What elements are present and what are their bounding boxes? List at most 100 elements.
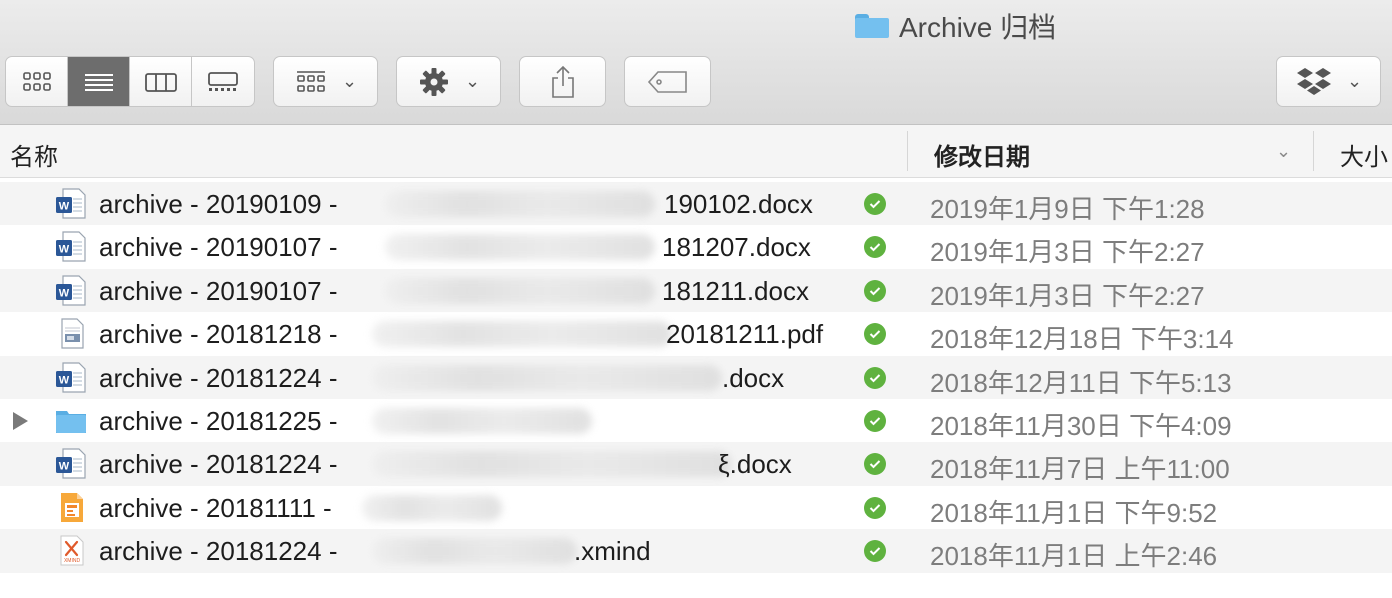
file-name-prefix: archive - 20181224 - xyxy=(99,449,338,480)
word-document-icon: W xyxy=(56,275,86,306)
finder-toolbar: Archive 归档 ⌄ ⌄ ⌄ xyxy=(0,0,1392,125)
redacted-filename-blur xyxy=(372,451,732,478)
redacted-filename-blur xyxy=(372,407,592,434)
file-name-suffix: .xmind xyxy=(574,536,651,567)
action-button[interactable]: ⌄ xyxy=(396,56,501,107)
icon-view-icon xyxy=(22,71,51,91)
svg-text:W: W xyxy=(59,461,70,473)
tag-button[interactable] xyxy=(624,56,711,107)
redacted-filename-blur xyxy=(385,191,655,217)
word-document-icon: W xyxy=(56,448,86,479)
svg-text:W: W xyxy=(59,244,70,256)
window-title: Archive 归档 xyxy=(855,10,1056,43)
column-header-name[interactable]: 名称 xyxy=(10,137,58,172)
file-date-modified: 2018年11月1日 下午9:52 xyxy=(930,497,1218,528)
column-header-date-modified[interactable]: 修改日期 xyxy=(934,137,1030,172)
xmind-document-icon: XMIND xyxy=(60,535,84,566)
file-date-modified: 2018年12月18日 下午3:14 xyxy=(930,324,1234,355)
file-name-prefix: archive - 20190109 - xyxy=(99,189,338,219)
gallery-view-icon xyxy=(208,71,238,91)
sync-status-check-icon xyxy=(864,193,886,215)
file-row[interactable]: XMIND archive - 20181224 - .xmind 2018年1… xyxy=(0,529,1392,573)
file-row[interactable]: W archive - 20181224 - .docx 2018年12月11日… xyxy=(0,355,1392,399)
column-divider[interactable] xyxy=(1313,131,1314,171)
svg-text:W: W xyxy=(59,201,70,213)
file-date-modified: 2019年1月3日 下午2:27 xyxy=(930,280,1205,311)
disclosure-triangle-icon[interactable] xyxy=(13,411,28,430)
redacted-filename-blur xyxy=(372,538,577,565)
sync-status-check-icon xyxy=(864,323,886,346)
word-document-icon: W xyxy=(56,361,86,393)
gallery-view-button[interactable] xyxy=(192,57,254,106)
svg-text:W: W xyxy=(59,374,70,386)
sync-status-check-icon xyxy=(864,409,886,432)
chevron-down-icon: ⌄ xyxy=(341,71,358,92)
file-name-prefix: archive - 20181224 - xyxy=(99,362,338,393)
file-name-suffix: .docx xyxy=(722,362,785,393)
file-name-suffix: 190102.docx xyxy=(664,189,813,219)
pdf-document-icon xyxy=(61,318,84,349)
file-name-prefix: archive - 20181224 - xyxy=(99,536,338,567)
sync-status-check-icon xyxy=(864,540,886,563)
column-header-size[interactable]: 大小 xyxy=(1340,137,1388,172)
file-name-suffix: 181211.docx xyxy=(662,275,809,306)
svg-text:XMIND: XMIND xyxy=(64,558,81,564)
tag-icon xyxy=(647,70,687,93)
column-divider[interactable] xyxy=(907,131,908,171)
folder-icon xyxy=(855,14,889,38)
redacted-filename-blur xyxy=(362,494,502,521)
file-name-prefix: archive - 20190107 - xyxy=(99,232,338,263)
sort-chevron-icon: ⌄ xyxy=(1276,141,1292,162)
file-row[interactable]: archive - 20181218 - 20181211.pdf 2018年1… xyxy=(0,312,1392,356)
view-mode-segmented-control xyxy=(5,56,255,107)
folder-icon xyxy=(56,410,86,433)
column-view-button[interactable] xyxy=(130,57,192,106)
sync-status-check-icon xyxy=(864,453,886,476)
redacted-filename-blur xyxy=(385,234,655,261)
file-row[interactable]: W archive - 20190107 - 181211.docx 2019年… xyxy=(0,268,1392,313)
folder-row[interactable]: archive - 20181225 - 2018年11月30日 下午4:09 xyxy=(0,398,1392,443)
presentation-document-icon xyxy=(61,492,83,522)
sync-status-check-icon xyxy=(864,366,886,389)
list-view-button[interactable] xyxy=(68,57,130,106)
dropbox-icon xyxy=(1296,67,1331,95)
file-row[interactable]: W archive - 20190109 - 190102.docx 2019年… xyxy=(0,182,1392,226)
share-button[interactable] xyxy=(519,56,606,107)
gear-icon xyxy=(419,67,448,96)
file-name-suffix: ξ.docx xyxy=(718,449,792,480)
icon-view-button[interactable] xyxy=(6,57,68,106)
word-document-icon: W xyxy=(56,231,86,262)
file-date-modified: 2018年12月11日 下午5:13 xyxy=(930,367,1232,398)
redacted-filename-blur xyxy=(372,364,722,391)
file-name-prefix: archive - 20190107 - xyxy=(99,275,338,306)
group-icon xyxy=(296,70,325,92)
file-date-modified: 2018年11月30日 下午4:09 xyxy=(930,410,1232,441)
column-header: 名称 修改日期 ⌄ 大小 xyxy=(0,125,1392,178)
file-date-modified: 2018年11月7日 上午11:00 xyxy=(930,454,1230,485)
share-icon xyxy=(551,65,574,98)
svg-text:W: W xyxy=(59,287,70,299)
file-row[interactable]: archive - 20181111 - 2018年11月1日 下午9:52 xyxy=(0,485,1392,530)
file-row[interactable]: W archive - 20181224 - ξ.docx 2018年11月7日… xyxy=(0,442,1392,486)
dropbox-button[interactable]: ⌄ xyxy=(1276,56,1381,107)
redacted-filename-blur xyxy=(372,321,672,348)
sync-status-check-icon xyxy=(864,496,886,519)
list-view-icon xyxy=(84,73,113,91)
sync-status-check-icon xyxy=(864,279,886,302)
file-date-modified: 2019年1月9日 下午1:28 xyxy=(930,194,1205,224)
chevron-down-icon: ⌄ xyxy=(1346,71,1363,92)
file-name-prefix: archive - 20181225 - xyxy=(99,405,338,436)
file-row[interactable]: W archive - 20190107 - 181207.docx 2019年… xyxy=(0,225,1392,269)
file-list: W archive - 20190109 - 190102.docx 2019年… xyxy=(0,182,1392,573)
file-name-suffix: 20181211.pdf xyxy=(666,319,824,350)
redacted-filename-blur xyxy=(385,277,655,304)
column-view-icon xyxy=(144,72,177,92)
file-name-suffix: 181207.docx xyxy=(662,232,811,263)
chevron-down-icon: ⌄ xyxy=(464,71,481,92)
sync-status-check-icon xyxy=(864,236,886,259)
file-date-modified: 2018年11月1日 上午2:46 xyxy=(930,541,1218,572)
file-name-prefix: archive - 20181111 - xyxy=(99,492,332,523)
file-date-modified: 2019年1月3日 下午2:27 xyxy=(930,237,1205,268)
word-document-icon: W xyxy=(56,188,86,219)
group-button[interactable]: ⌄ xyxy=(273,56,378,107)
